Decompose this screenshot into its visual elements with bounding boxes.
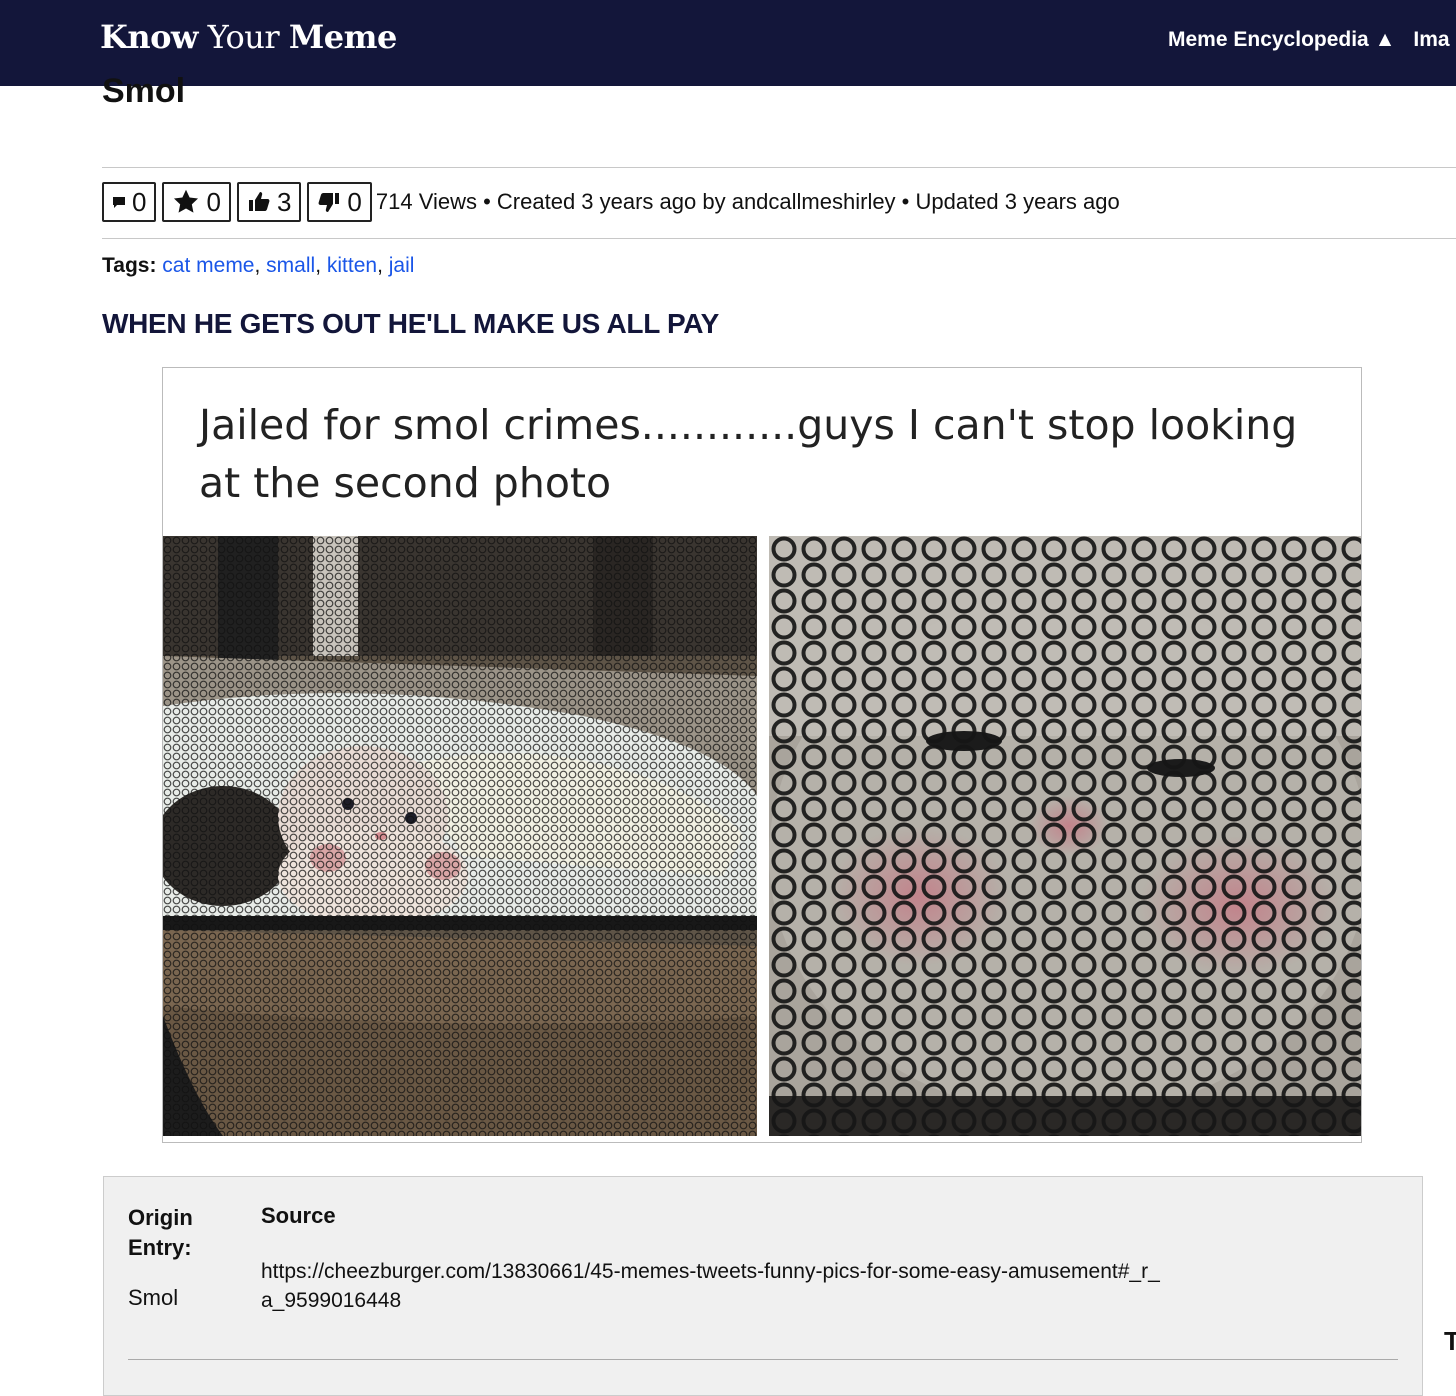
comments-count: 0 xyxy=(132,186,147,217)
nav-item-images[interactable]: Ima xyxy=(1413,28,1449,51)
meme-caption: Jailed for smol crimes............guys I… xyxy=(199,401,1298,507)
source-label: Source xyxy=(261,1203,336,1228)
main-nav: Meme Encyclopedia ▲ Ima xyxy=(1168,28,1456,52)
tag-link[interactable]: cat meme xyxy=(162,254,254,277)
sidebar-cutoff-text: T xyxy=(1444,1326,1456,1356)
nav-item-meme-encyclopedia[interactable]: Meme Encyclopedia ▲ xyxy=(1168,28,1395,51)
tags-row: Tags: cat meme, small, kitten, jail xyxy=(102,254,415,277)
dislike-button[interactable]: 0 xyxy=(307,182,372,222)
page-title: Smol xyxy=(102,72,186,110)
top-navigation-bar: Know Your Meme Meme Encyclopedia ▲ Ima xyxy=(0,0,1456,86)
comments-button[interactable]: 0 xyxy=(102,182,157,222)
tag-link[interactable]: kitten xyxy=(327,254,377,277)
entry-meta: 714 Views • Created 3 years ago by andca… xyxy=(375,189,1120,214)
divider xyxy=(102,167,1456,168)
meme-image[interactable]: Jailed for smol crimes............guys I… xyxy=(162,367,1362,1143)
origin-entry-value[interactable]: Smol xyxy=(128,1285,178,1311)
tag-link[interactable]: jail xyxy=(389,254,415,277)
site-logo[interactable]: Know Your Meme xyxy=(100,18,397,56)
kitten-photo-left xyxy=(163,536,757,1136)
image-headline: WHEN HE GETS OUT HE'LL MAKE US ALL PAY xyxy=(102,308,720,339)
kitten-photo-right xyxy=(769,536,1361,1136)
origin-info-box: Origin Entry: Smol Source https://cheezb… xyxy=(103,1176,1423,1396)
stats-bar: 0 0 3 0 714 Views • Created 3 years ago … xyxy=(102,180,1120,224)
divider xyxy=(102,238,1456,239)
like-button[interactable]: 3 xyxy=(236,182,302,222)
divider xyxy=(128,1359,1398,1360)
star-icon xyxy=(172,188,200,216)
likes-count: 3 xyxy=(276,186,292,217)
tag-link[interactable]: small xyxy=(266,254,315,277)
comment-icon xyxy=(112,195,126,209)
tags-label: Tags: xyxy=(102,254,157,277)
thumbs-down-icon xyxy=(317,190,341,214)
favorites-count: 0 xyxy=(206,186,221,217)
favorite-button[interactable]: 0 xyxy=(162,182,231,222)
thumbs-up-icon xyxy=(247,190,271,214)
dislikes-count: 0 xyxy=(347,186,362,217)
origin-entry-label: Origin Entry: xyxy=(128,1205,193,1260)
source-url[interactable]: https://cheezburger.com/13830661/45-meme… xyxy=(261,1257,1161,1315)
